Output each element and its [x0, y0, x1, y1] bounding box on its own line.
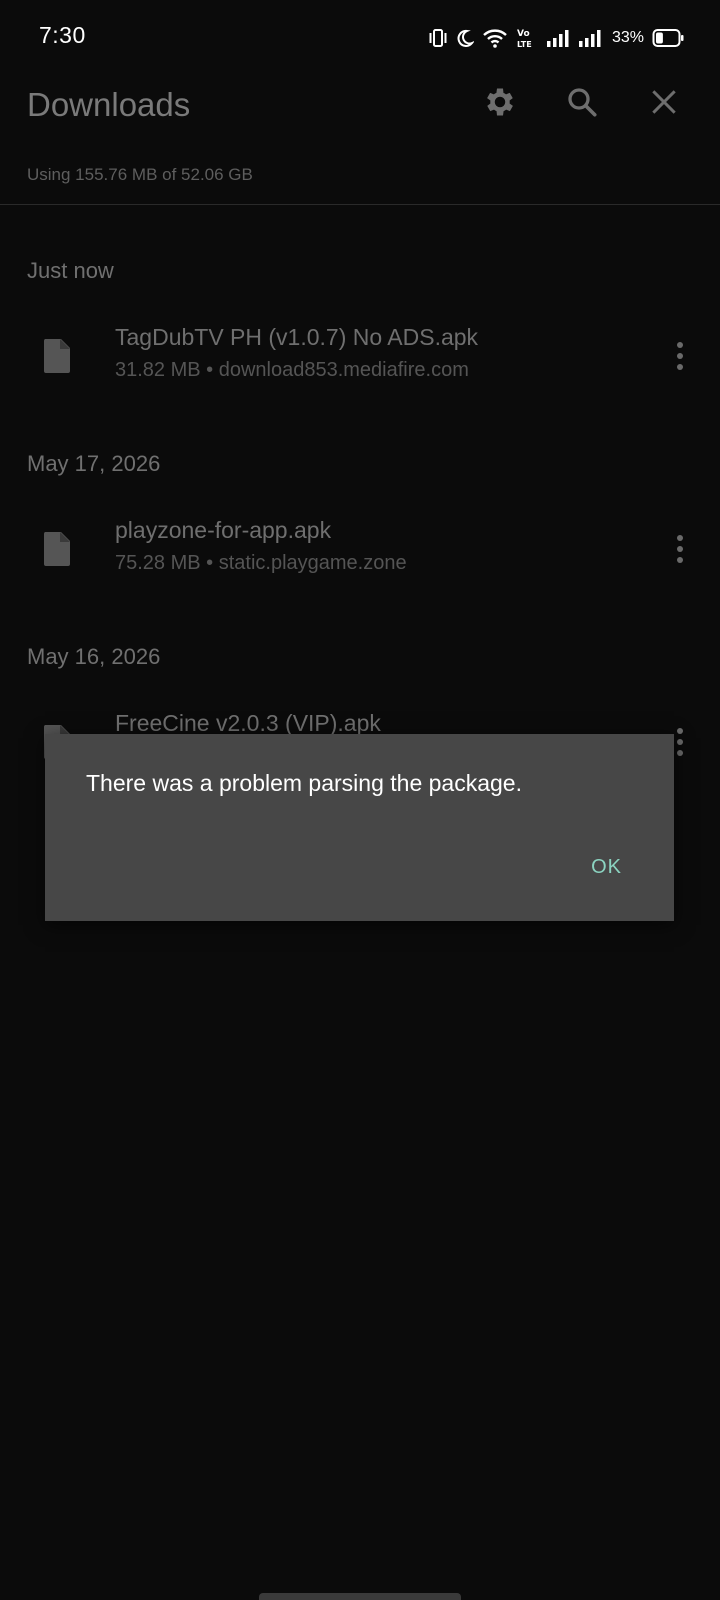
gear-icon: [482, 84, 518, 125]
volte-icon: Vo LTE: [516, 27, 538, 49]
svg-text:LTE: LTE: [517, 40, 532, 49]
file-name: playzone-for-app.apk: [115, 517, 332, 543]
close-button[interactable]: [640, 80, 688, 128]
more-options-button[interactable]: [656, 527, 704, 575]
download-item[interactable]: playzone-for-app.apk 75.28 MB • static.p…: [0, 507, 720, 597]
battery-icon: [652, 28, 684, 48]
section-header: May 16, 2026: [27, 644, 161, 669]
section-header: May 17, 2026: [27, 451, 161, 476]
section-header: Just now: [27, 258, 114, 283]
more-vertical-icon: [675, 340, 685, 377]
file-meta: 75.28 MB • static.playgame.zone: [115, 552, 407, 574]
file-icon: [42, 338, 72, 374]
file-meta: 31.82 MB • download853.mediafire.com: [115, 359, 469, 381]
more-vertical-icon: [675, 533, 685, 570]
close-icon: [648, 86, 680, 123]
divider: [0, 204, 720, 205]
search-button[interactable]: [558, 80, 606, 128]
downloads-screen: 7:30 Vo LTE 33% Downloads Using 155.76 M…: [0, 0, 720, 1600]
status-icons: Vo LTE 33%: [428, 24, 684, 52]
vibrate-icon: [428, 27, 448, 49]
more-vertical-icon: [675, 726, 685, 763]
more-options-button[interactable]: [656, 334, 704, 382]
error-dialog: There was a problem parsing the package.…: [45, 734, 674, 921]
signal-icon: [546, 28, 570, 48]
signal-icon: [578, 28, 602, 48]
file-icon: [42, 531, 72, 567]
settings-button[interactable]: [476, 80, 524, 128]
file-name: FreeCine v2.0.3 (VIP).apk: [115, 710, 381, 736]
status-bar: 7:30 Vo LTE 33%: [0, 0, 720, 72]
storage-usage: Using 155.76 MB of 52.06 GB: [27, 165, 253, 184]
ok-button[interactable]: OK: [583, 852, 630, 883]
battery-percent: 33%: [611, 29, 644, 46]
wifi-icon: [482, 27, 508, 49]
status-time: 7:30: [39, 22, 86, 48]
file-name: TagDubTV PH (v1.0.7) No ADS.apk: [115, 324, 479, 350]
dialog-message: There was a problem parsing the package.: [86, 770, 522, 796]
svg-text:Vo: Vo: [517, 29, 530, 39]
search-icon: [564, 84, 600, 125]
gesture-nav-handle[interactable]: [259, 1593, 461, 1600]
do-not-disturb-moon-icon: [456, 28, 474, 48]
download-item[interactable]: TagDubTV PH (v1.0.7) No ADS.apk 31.82 MB…: [0, 314, 720, 404]
page-title: Downloads: [27, 86, 191, 123]
